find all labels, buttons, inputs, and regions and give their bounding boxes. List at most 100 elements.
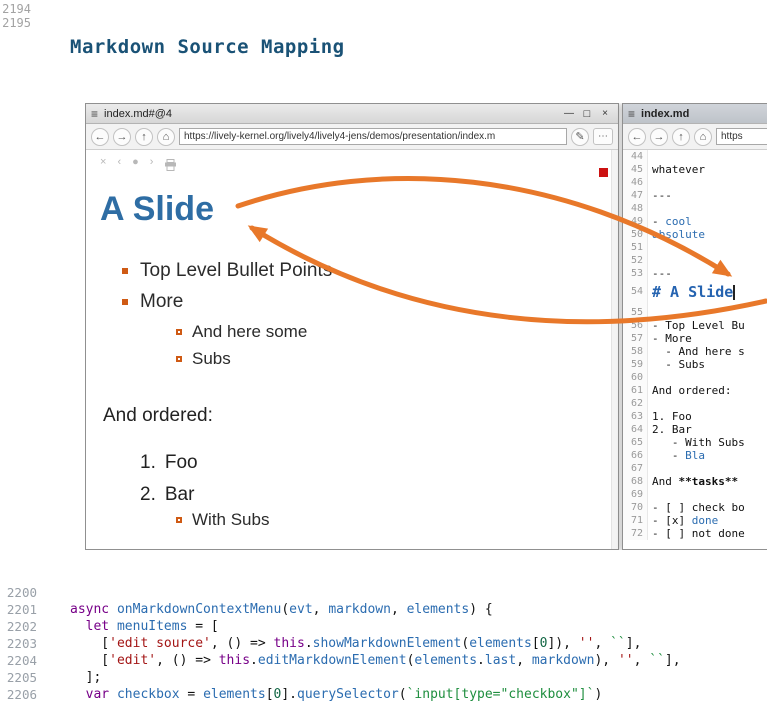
editor-line[interactable]: 60 bbox=[623, 371, 767, 384]
editor-line[interactable]: 47 --- bbox=[623, 189, 767, 202]
editor-line[interactable]: 66 - Bla bbox=[623, 449, 767, 462]
editor-line[interactable]: 50 absolute bbox=[623, 228, 767, 241]
editor-line[interactable]: 68 And **tasks** bbox=[623, 475, 767, 488]
bullet-text: More bbox=[140, 291, 183, 313]
presentation-controls: × ‹ ● › bbox=[100, 156, 153, 168]
editor-line[interactable]: 62 bbox=[623, 397, 767, 410]
code-line[interactable]: 2205 ]; bbox=[0, 669, 767, 686]
editor-line[interactable]: 59 - Subs bbox=[623, 358, 767, 371]
window-title: index.md bbox=[641, 108, 689, 120]
editor-line[interactable]: 58 - And here s bbox=[623, 345, 767, 358]
forward-button[interactable]: → bbox=[650, 128, 668, 146]
presentation-control-icon[interactable]: ● bbox=[132, 156, 139, 168]
minimize-button[interactable]: — bbox=[561, 106, 577, 121]
bullet-item: Top Level Bullet Points bbox=[122, 260, 332, 282]
line-number: 46 bbox=[623, 176, 648, 189]
browser-toolbar: ← → ↑ ⌂ ✎ ⋯ bbox=[86, 124, 618, 150]
line-number: 63 bbox=[623, 410, 648, 423]
more-options-button[interactable]: ⋯ bbox=[593, 128, 613, 145]
bullet-text: Subs bbox=[192, 348, 231, 370]
hamburger-menu-icon[interactable]: ≡ bbox=[91, 107, 98, 121]
line-content: - Top Level Bu bbox=[648, 319, 745, 332]
editor-line[interactable]: 69 bbox=[623, 488, 767, 501]
code-line[interactable]: 2203 ['edit source', () => this.showMark… bbox=[0, 635, 767, 652]
edit-pencil-button[interactable]: ✎ bbox=[571, 128, 589, 146]
editor-line[interactable]: 71 - [x] done bbox=[623, 514, 767, 527]
maximize-button[interactable]: □ bbox=[579, 106, 595, 121]
source-editor[interactable]: 44 45 whatever 46 47 bbox=[623, 150, 767, 549]
presentation-control-icon[interactable]: › bbox=[150, 156, 154, 168]
editor-line[interactable]: 67 bbox=[623, 462, 767, 475]
editor-line[interactable]: 64 2. Bar bbox=[623, 423, 767, 436]
ordered-item: 2. Bar bbox=[140, 484, 194, 506]
bullet-hollow-square-icon bbox=[176, 356, 182, 362]
editor-line[interactable]: 61 And ordered: bbox=[623, 384, 767, 397]
presentation-control-icon[interactable]: ‹ bbox=[117, 156, 121, 168]
editor-line[interactable]: 53 --- bbox=[623, 267, 767, 280]
url-input[interactable] bbox=[716, 128, 767, 145]
line-content: And ordered: bbox=[648, 384, 731, 397]
line-number: 2203 bbox=[0, 635, 37, 652]
code-line[interactable]: 2201 async onMarkdownContextMenu(evt, ma… bbox=[0, 601, 767, 618]
editor-line[interactable]: 72 - [ ] not done bbox=[623, 527, 767, 540]
line-number: 54 bbox=[623, 280, 648, 306]
line-content bbox=[648, 176, 652, 189]
window-titlebar[interactable]: ≡ index.md bbox=[623, 104, 767, 124]
home-button[interactable]: ⌂ bbox=[157, 128, 175, 146]
line-number: 45 bbox=[623, 163, 648, 176]
line-number: 64 bbox=[623, 423, 648, 436]
line-content: ['edit', () => this.editMarkdownElement(… bbox=[37, 652, 681, 669]
line-number: 68 bbox=[623, 475, 648, 488]
line-number: 61 bbox=[623, 384, 648, 397]
print-icon[interactable] bbox=[164, 159, 177, 171]
url-input[interactable] bbox=[179, 128, 567, 145]
error-marker bbox=[599, 168, 608, 177]
line-number: 2202 bbox=[0, 618, 37, 635]
top-line-numbers: 21942195 bbox=[0, 2, 31, 30]
code-line[interactable]: 2200 bbox=[0, 584, 767, 601]
line-content bbox=[648, 462, 652, 475]
ordered-number: 2. bbox=[140, 484, 156, 506]
code-line[interactable]: 2202 let menuItems = [ bbox=[0, 618, 767, 635]
line-content: --- bbox=[648, 267, 672, 280]
editor-line[interactable]: 48 bbox=[623, 202, 767, 215]
editor-line[interactable]: 46 bbox=[623, 176, 767, 189]
line-number: 72 bbox=[623, 527, 648, 540]
editor-line[interactable]: 57 - More bbox=[623, 332, 767, 345]
editor-line[interactable]: 70 - [ ] check bo bbox=[623, 501, 767, 514]
presentation-control-icon[interactable]: × bbox=[100, 156, 106, 168]
line-number: 53 bbox=[623, 267, 648, 280]
ordered-text: Foo bbox=[165, 452, 198, 474]
editor-line[interactable]: 45 whatever bbox=[623, 163, 767, 176]
editor-line[interactable]: 51 bbox=[623, 241, 767, 254]
line-content: And **tasks** bbox=[648, 475, 738, 488]
editor-line[interactable]: 63 1. Foo bbox=[623, 410, 767, 423]
document-page: 21942195 Markdown Source Mapping ≡ index… bbox=[0, 0, 767, 710]
scrollbar[interactable] bbox=[611, 150, 618, 549]
hamburger-menu-icon[interactable]: ≡ bbox=[628, 107, 635, 121]
home-button[interactable]: ⌂ bbox=[694, 128, 712, 146]
back-button[interactable]: ← bbox=[91, 128, 109, 146]
close-button[interactable]: × bbox=[597, 106, 613, 121]
editor-line[interactable]: 49 - cool bbox=[623, 215, 767, 228]
line-number: 2204 bbox=[0, 652, 37, 669]
up-button[interactable]: ↑ bbox=[672, 128, 690, 146]
bullet-square-icon bbox=[122, 299, 128, 305]
sub-bullet-item: Subs bbox=[176, 348, 231, 370]
editor-line[interactable]: 54 # A Slide bbox=[623, 280, 767, 306]
editor-line[interactable]: 55 bbox=[623, 306, 767, 319]
line-content: - Subs bbox=[648, 358, 705, 371]
ordered-number: 1. bbox=[140, 452, 156, 474]
line-content bbox=[648, 150, 652, 163]
code-editor[interactable]: 2200 2201 async onMarkdownContextMenu(ev… bbox=[0, 584, 767, 703]
code-line[interactable]: 2206 var checkbox = elements[0].querySel… bbox=[0, 686, 767, 703]
window-titlebar[interactable]: ≡ index.md#@4 — □ × bbox=[86, 104, 618, 124]
back-button[interactable]: ← bbox=[628, 128, 646, 146]
forward-button[interactable]: → bbox=[113, 128, 131, 146]
up-button[interactable]: ↑ bbox=[135, 128, 153, 146]
editor-line[interactable]: 44 bbox=[623, 150, 767, 163]
editor-line[interactable]: 56 - Top Level Bu bbox=[623, 319, 767, 332]
code-line[interactable]: 2204 ['edit', () => this.editMarkdownEle… bbox=[0, 652, 767, 669]
editor-line[interactable]: 65 - With Subs bbox=[623, 436, 767, 449]
editor-line[interactable]: 52 bbox=[623, 254, 767, 267]
